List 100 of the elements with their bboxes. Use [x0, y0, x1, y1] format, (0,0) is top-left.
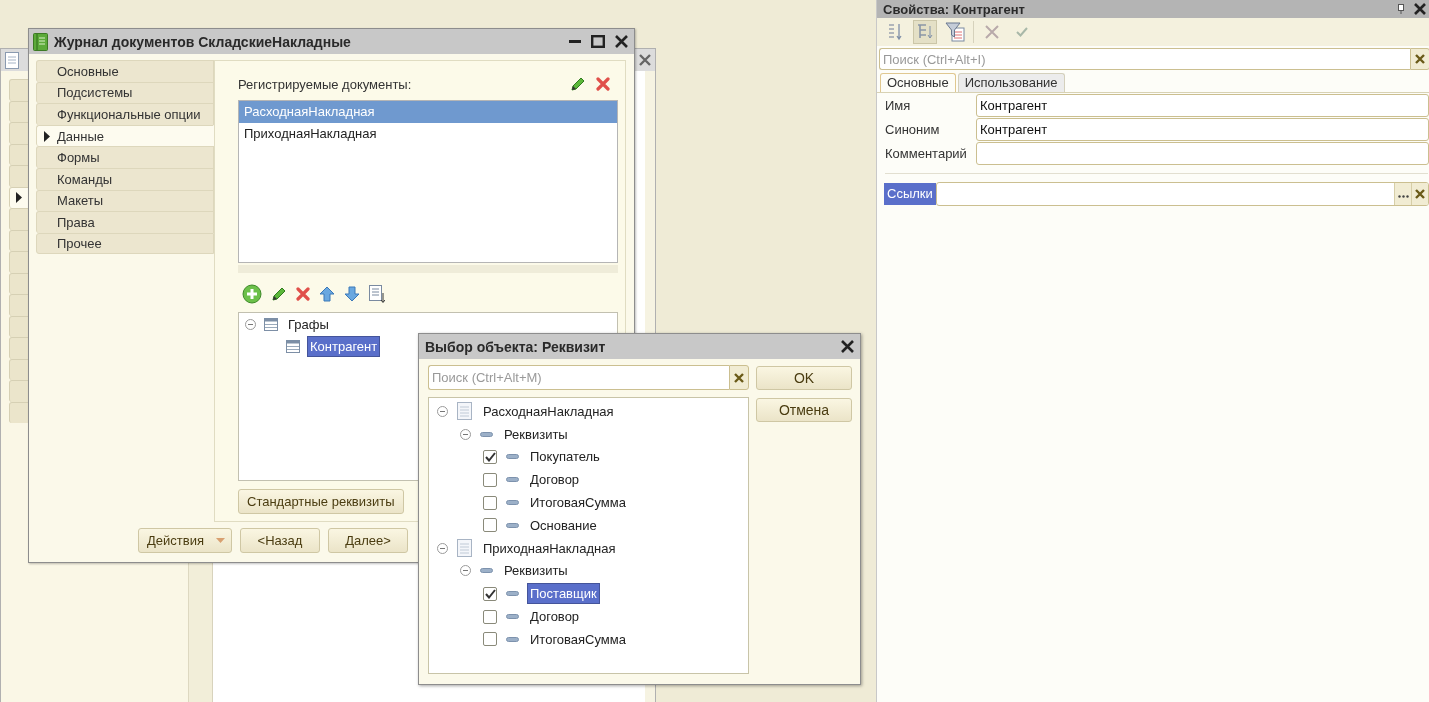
field-label: Комментарий [885, 146, 968, 161]
section-label: Регистрируемые документы: [238, 76, 412, 92]
attribute-icon [506, 477, 519, 483]
pin-icon[interactable] [1398, 4, 1404, 14]
field-label: Ссылки [884, 183, 936, 205]
checkbox[interactable] [483, 586, 497, 601]
section-tab[interactable]: Права [36, 211, 214, 233]
tree-item[interactable]: ИтоговаяСумма [528, 629, 628, 649]
text-field[interactable] [976, 142, 1429, 165]
document-icon [5, 51, 19, 69]
table-icon [286, 339, 300, 353]
table-icon [264, 317, 278, 331]
add-icon[interactable] [242, 284, 262, 304]
pencil-icon[interactable] [271, 286, 287, 302]
tree-item[interactable]: Основание [528, 515, 599, 535]
section-tab[interactable]: Основные [36, 60, 214, 82]
attribute-icon [480, 568, 493, 574]
tree-item[interactable]: Графы [286, 314, 331, 334]
tree-item[interactable]: РасходнаяНакладная [481, 401, 616, 421]
checkbox[interactable] [483, 450, 497, 464]
check-icon [1016, 27, 1028, 37]
text-field[interactable]: Контрагент [976, 118, 1429, 141]
list-icon[interactable] [369, 285, 385, 303]
attribute-icon [506, 636, 519, 642]
hierarchy-icon [916, 23, 934, 41]
properties-tab[interactable]: Использование [957, 73, 1065, 92]
search-field[interactable]: Поиск (Ctrl+Alt+M) [428, 365, 729, 390]
dialog-button[interactable]: OK [756, 366, 852, 390]
clear-icon[interactable] [1415, 54, 1425, 64]
section-tab[interactable]: Функциональные опции [36, 103, 214, 125]
document-icon [457, 539, 472, 558]
links-field[interactable] [935, 182, 1429, 206]
checkbox[interactable] [483, 609, 497, 624]
checkbox[interactable] [483, 495, 497, 510]
collapse-icon[interactable] [245, 318, 256, 330]
collapse-icon[interactable] [437, 405, 448, 417]
field-label: Синоним [885, 122, 941, 137]
move-down-icon[interactable] [344, 286, 360, 302]
filter-icon [945, 22, 965, 42]
sort-icon [887, 23, 903, 41]
move-up-icon[interactable] [319, 286, 335, 302]
ellipsis-icon [1397, 194, 1409, 198]
collapse-icon[interactable] [460, 565, 471, 577]
document-icon [457, 402, 472, 421]
delete-icon[interactable] [596, 77, 610, 91]
properties-tab[interactable]: Основные [880, 73, 956, 92]
attribute-icon [506, 591, 519, 597]
checkbox[interactable] [483, 472, 497, 487]
actions-button[interactable]: Действия [138, 528, 232, 553]
nav-button[interactable]: Далее> [327, 528, 408, 553]
tree-item[interactable]: Контрагент [308, 336, 380, 356]
tree-item[interactable]: Реквизиты [502, 424, 570, 444]
section-tab[interactable]: Прочее [36, 232, 214, 255]
section-tab[interactable]: Макеты [36, 189, 214, 212]
clear-icon[interactable] [1415, 189, 1425, 199]
standard-attributes-button[interactable]: Стандартные реквизиты [238, 489, 404, 514]
checkbox[interactable] [483, 632, 497, 647]
close-icon[interactable] [639, 54, 651, 66]
field-label: Имя [885, 98, 912, 113]
attribute-icon [506, 614, 519, 620]
dialog-button[interactable]: Отмена [756, 398, 852, 422]
maximize-icon[interactable] [591, 35, 605, 48]
tree-item[interactable]: Реквизиты [502, 561, 570, 581]
collapse-icon[interactable] [460, 428, 471, 440]
section-tab[interactable]: Подсистемы [36, 81, 214, 104]
tab-stub[interactable] [9, 186, 29, 208]
clear-icon[interactable] [734, 372, 744, 383]
collapse-icon[interactable] [437, 542, 448, 554]
arrow-icon [44, 130, 50, 142]
checkbox[interactable] [483, 518, 497, 533]
search-field[interactable]: Поиск (Ctrl+Alt+I) [879, 48, 1410, 70]
close-icon[interactable] [1414, 3, 1426, 15]
document-item[interactable]: ПриходнаяНакладная [239, 123, 617, 145]
nav-button[interactable]: <Назад [239, 528, 320, 553]
text-field[interactable]: Контрагент [976, 94, 1429, 117]
close-icon[interactable] [841, 340, 854, 353]
attribute-icon [506, 500, 519, 506]
panel-title: Свойства: Контрагент [883, 1, 1026, 17]
cross-icon [985, 25, 999, 39]
tree-item[interactable]: Поставщик [528, 584, 599, 604]
section-tab[interactable]: Команды [36, 167, 214, 190]
filter-button[interactable] [943, 20, 967, 44]
tree-item[interactable]: ИтоговаяСумма [528, 493, 628, 513]
attribute-icon [480, 431, 493, 437]
tree-item[interactable]: Договор [528, 470, 582, 490]
tree-item[interactable]: Покупатель [528, 447, 602, 467]
tree-item[interactable]: ПриходнаяНакладная [481, 538, 618, 558]
section-tab[interactable]: Формы [36, 146, 214, 168]
delete-icon[interactable] [296, 287, 310, 301]
arrow-icon [16, 192, 22, 204]
choice-button[interactable] [1394, 183, 1411, 205]
attribute-icon [506, 454, 519, 460]
attribute-icon [506, 522, 519, 528]
pencil-icon[interactable] [570, 76, 586, 92]
section-tab[interactable]: Данные [36, 124, 214, 147]
caret-icon [215, 538, 225, 543]
tree-item[interactable]: Договор [528, 607, 582, 627]
window-title: Журнал документов СкладскиеНакладные [54, 33, 352, 50]
close-icon[interactable] [615, 35, 628, 48]
hierarchy-button[interactable] [913, 20, 937, 44]
